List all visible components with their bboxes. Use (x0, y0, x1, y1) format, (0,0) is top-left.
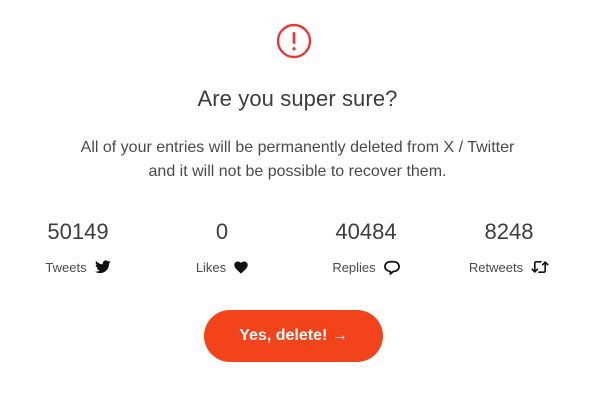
speech-bubble-icon (383, 260, 400, 275)
retweet-icon (531, 260, 549, 274)
stat-likes: 0 Likes (162, 218, 282, 276)
dialog-title: Are you super sure? (197, 86, 398, 111)
stat-label: Likes (195, 259, 227, 275)
stat-label: Tweets (45, 259, 87, 275)
stat-value: 50149 (47, 219, 109, 244)
message-line-1: All of your entries will be permanently … (80, 139, 515, 156)
exclamation-circle-icon (276, 23, 312, 59)
message-line-2: and it will not be possible to recover t… (148, 163, 447, 180)
stat-replies: 40484 Replies (306, 218, 426, 276)
twitter-bird-icon (94, 260, 111, 274)
stat-value: 40484 (335, 219, 397, 244)
dialog-message: All of your entries will be permanently … (0, 136, 595, 184)
stats-row: 50149 Tweets 0 Likes 40484 Replies 8248 … (0, 218, 595, 278)
stat-retweets: 8248 Retweets (449, 218, 569, 276)
confirm-delete-button[interactable]: Yes, delete! → (204, 310, 383, 362)
stat-label: Replies (332, 259, 376, 275)
delete-confirmation-dialog: Are you super sure? All of your entries … (0, 0, 595, 416)
stat-tweets: 50149 Tweets (18, 218, 138, 276)
heart-icon (234, 261, 248, 274)
stat-value: 0 (215, 219, 229, 244)
stat-label: Retweets (468, 259, 524, 275)
stat-value: 8248 (484, 219, 534, 244)
